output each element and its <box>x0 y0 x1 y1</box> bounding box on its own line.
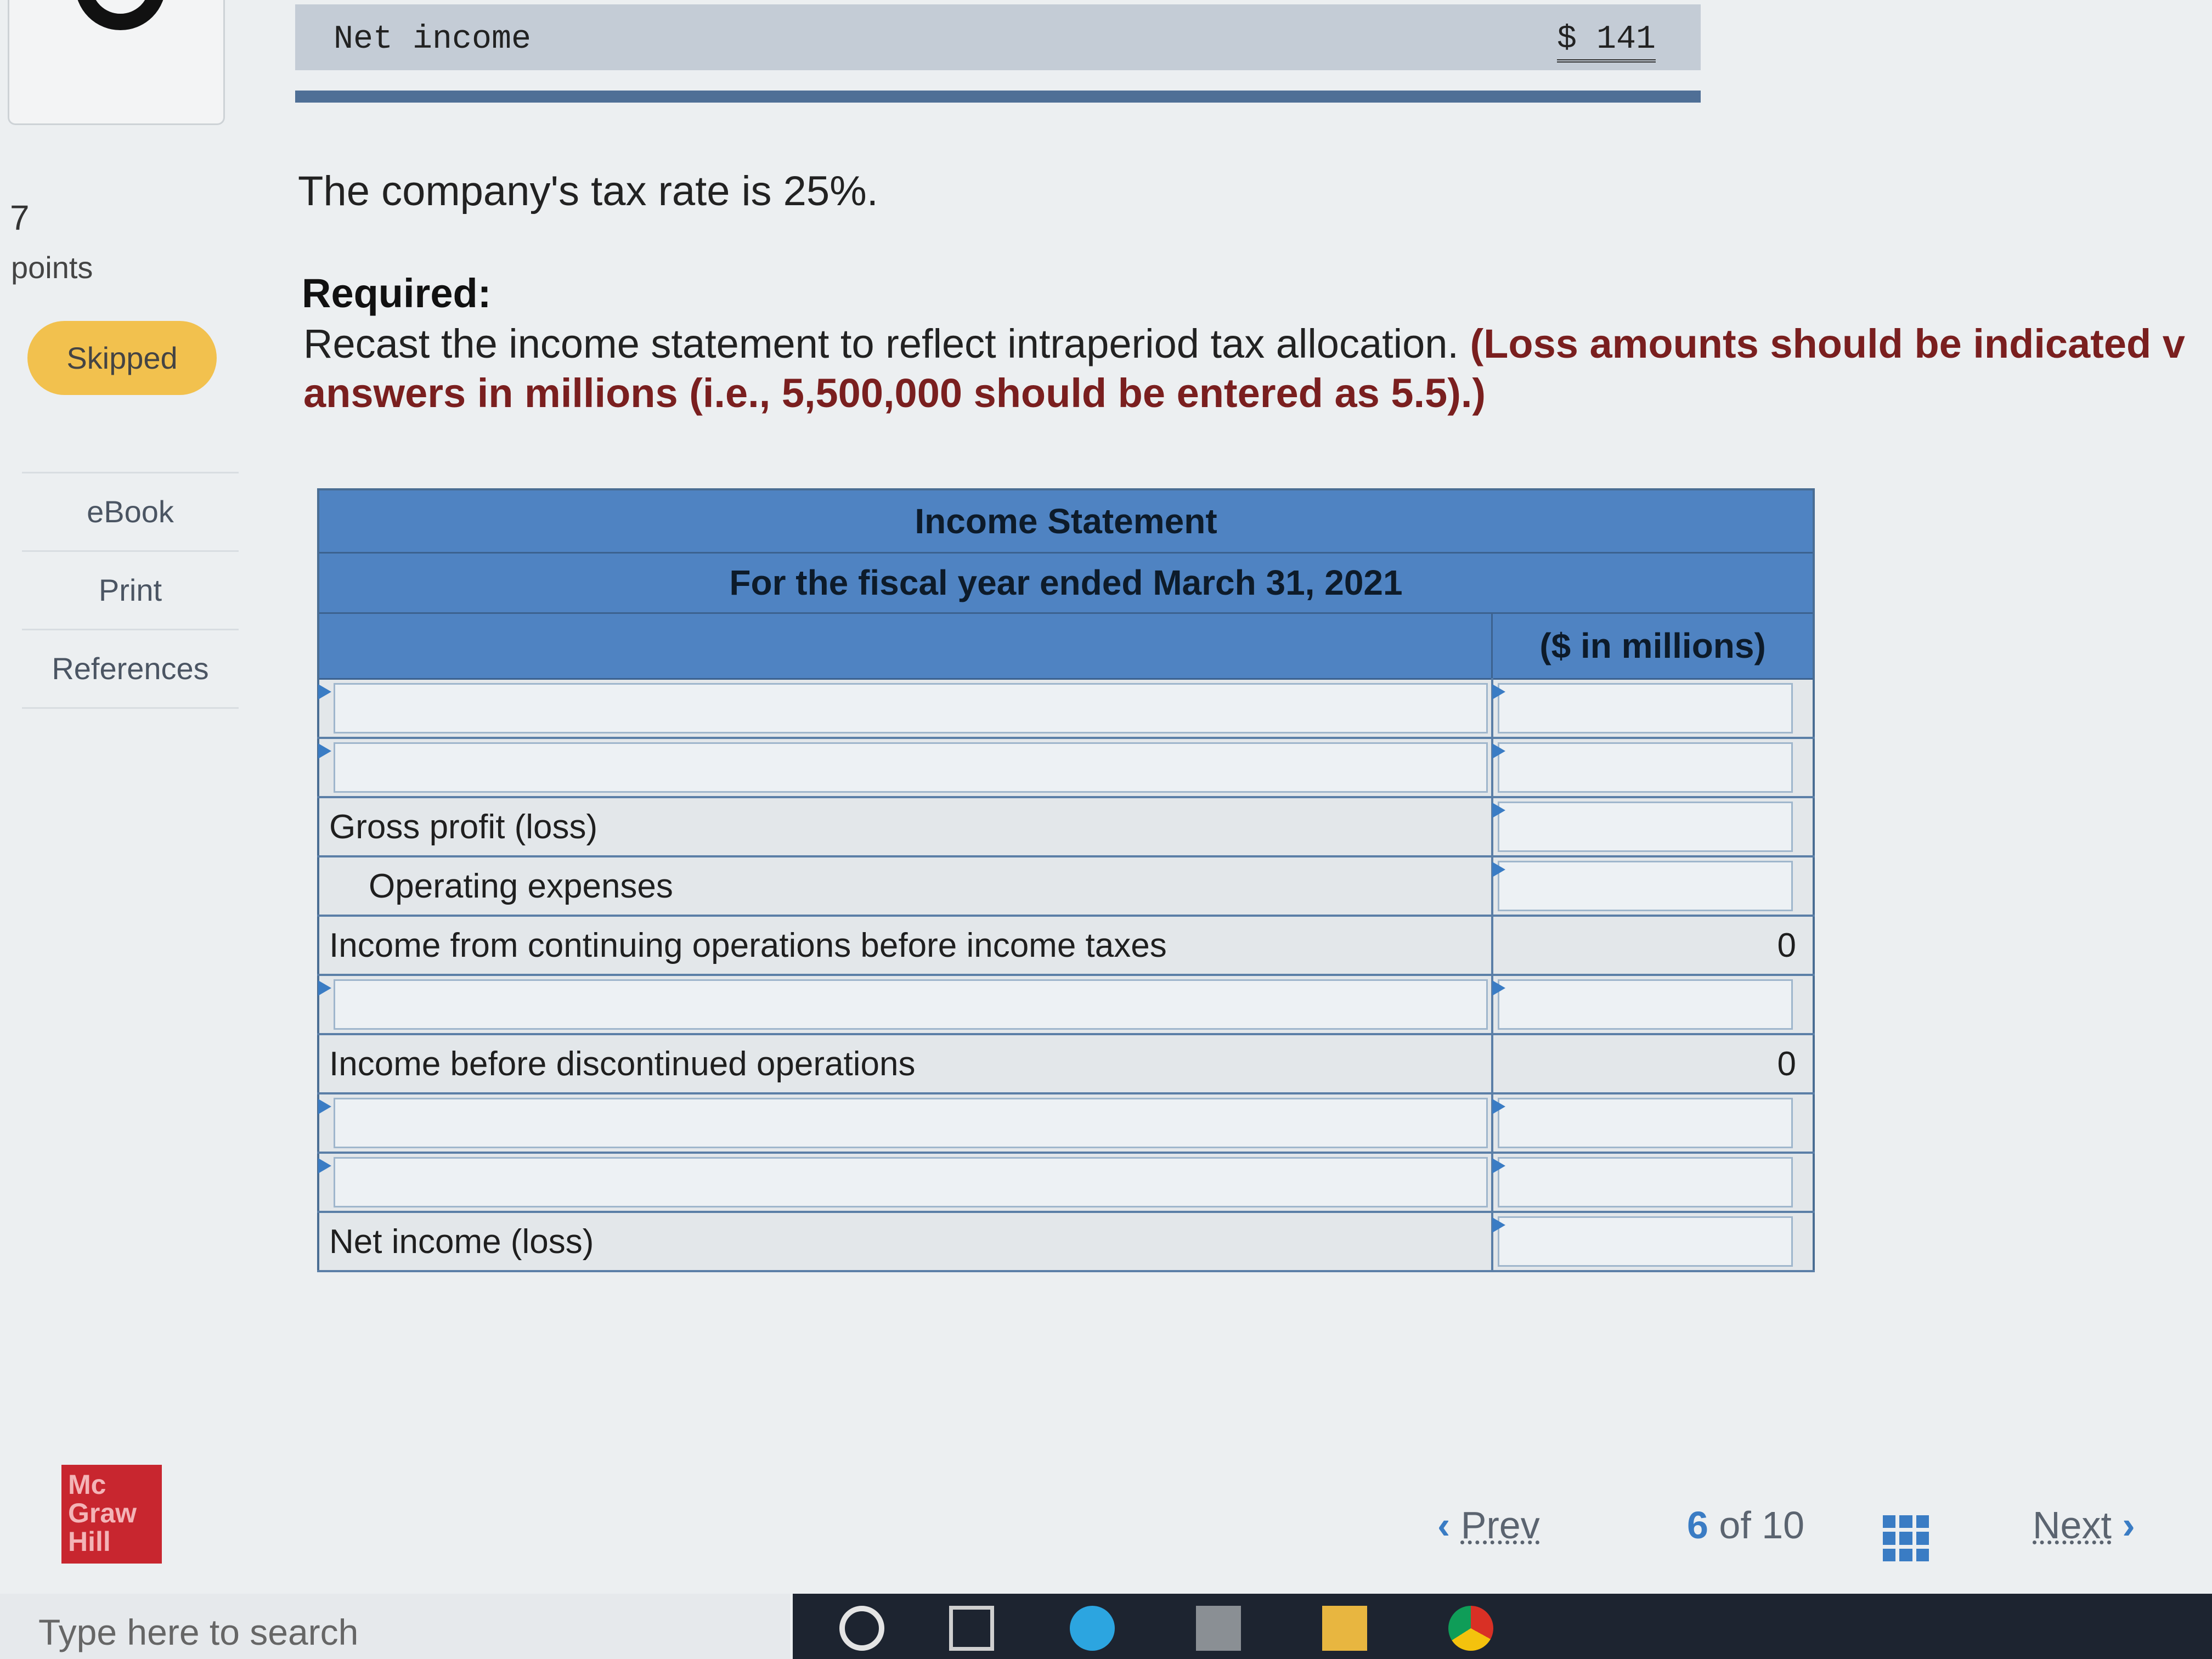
income-statement-table: Income Statement For the fiscal year end… <box>317 488 1815 1272</box>
row-amount-input[interactable] <box>1497 682 1793 733</box>
page-indicator: 6 of 10 <box>1687 1503 1804 1547</box>
required-text: Recast the income statement to reflect i… <box>303 321 1459 366</box>
prev-label: Prev <box>1460 1504 1540 1547</box>
input-flag-icon <box>318 1158 331 1173</box>
income-before-taxes-value: 0 <box>1492 916 1814 976</box>
required-emphasis-2: answers in millions (i.e., 5,500,000 sho… <box>303 370 1486 416</box>
store-icon[interactable] <box>1196 1606 1241 1651</box>
row-amount-input[interactable] <box>1497 742 1793 793</box>
input-flag-icon <box>1492 980 1505 996</box>
required-title: Required: <box>302 270 492 316</box>
table-row: Income before discontinued operations 0 <box>318 1034 1814 1094</box>
table-row <box>318 679 1814 739</box>
table-row <box>318 738 1814 798</box>
table-row <box>318 975 1814 1035</box>
table-row <box>318 1153 1814 1213</box>
row-amount-input[interactable] <box>1497 1157 1793 1207</box>
input-flag-icon <box>1492 862 1505 877</box>
question-card <box>8 0 225 125</box>
table-row: Gross profit (loss) <box>318 797 1814 857</box>
row-label-dropdown[interactable] <box>334 979 1488 1030</box>
input-flag-icon <box>1492 743 1505 759</box>
chrome-browser-icon[interactable] <box>1448 1606 1493 1651</box>
input-flag-icon <box>318 980 331 996</box>
previous-net-income-row: Net income $ 141 <box>295 4 1701 70</box>
row-amount-input[interactable] <box>1497 1098 1793 1148</box>
label-column-header <box>318 613 1492 680</box>
gross-profit-label: Gross profit (loss) <box>318 797 1493 857</box>
net-income-loss-input[interactable] <box>1497 1216 1793 1267</box>
input-flag-icon <box>318 743 331 759</box>
points-label: points <box>11 250 93 285</box>
side-links: eBook Print References <box>22 472 239 709</box>
table-row: Operating expenses <box>318 856 1814 917</box>
taskbar-search[interactable]: Type here to search <box>0 1594 790 1659</box>
units-header: ($ in millions) <box>1491 613 1814 680</box>
gross-profit-input[interactable] <box>1497 802 1793 852</box>
statement-title: Income Statement <box>318 489 1814 554</box>
search-placeholder: Type here to search <box>38 1612 359 1652</box>
table-row: Income from continuing operations before… <box>318 916 1814 976</box>
file-explorer-icon[interactable] <box>1322 1606 1367 1651</box>
mcgraw-hill-logo: Mc Graw Hill <box>61 1465 162 1564</box>
net-income-loss-label: Net income (loss) <box>318 1212 1493 1272</box>
operating-expenses-input[interactable] <box>1497 861 1793 911</box>
input-flag-icon <box>1492 1217 1505 1233</box>
chevron-right-icon: › <box>2122 1504 2135 1547</box>
question-progress-ring-icon <box>75 0 166 30</box>
print-link[interactable]: Print <box>22 552 239 630</box>
income-before-discontinued-value: 0 <box>1492 1034 1814 1094</box>
input-flag-icon <box>1492 1158 1505 1173</box>
chevron-left-icon: ‹ <box>1437 1504 1451 1547</box>
net-income-value: $ 141 <box>1557 21 1656 63</box>
divider <box>295 91 1701 103</box>
net-income-label: Net income <box>334 21 532 58</box>
question-grid-icon[interactable] <box>1883 1515 1929 1561</box>
statement-period: For the fiscal year ended March 31, 2021 <box>318 552 1814 614</box>
table-row <box>318 1093 1814 1154</box>
row-amount-input[interactable] <box>1497 979 1793 1030</box>
income-before-discontinued-label: Income before discontinued operations <box>318 1034 1493 1094</box>
row-label-dropdown[interactable] <box>334 742 1488 793</box>
input-flag-icon <box>1492 684 1505 699</box>
row-label-dropdown[interactable] <box>334 1157 1488 1207</box>
task-view-icon[interactable] <box>949 1606 994 1651</box>
next-button[interactable]: Next › <box>2033 1503 2135 1547</box>
required-emphasis-1: (Loss amounts should be indicated v <box>1470 321 2185 366</box>
row-label-dropdown[interactable] <box>334 682 1488 733</box>
current-page: 6 <box>1687 1504 1708 1547</box>
ebook-link[interactable]: eBook <box>22 472 239 552</box>
income-before-taxes-label: Income from continuing operations before… <box>318 916 1493 976</box>
skipped-status-badge[interactable]: Skipped <box>27 321 217 395</box>
required-instructions: Recast the income statement to reflect i… <box>303 319 2202 418</box>
input-flag-icon <box>1492 803 1505 818</box>
row-label-dropdown[interactable] <box>334 1098 1488 1148</box>
input-flag-icon <box>318 1099 331 1114</box>
edge-browser-icon[interactable] <box>1070 1606 1115 1651</box>
input-flag-icon <box>1492 1099 1505 1114</box>
question-number: 7 <box>10 198 30 238</box>
next-label: Next <box>2033 1504 2112 1547</box>
input-flag-icon <box>318 684 331 699</box>
prev-button[interactable]: ‹ Prev <box>1437 1503 1540 1547</box>
page-total: of 10 <box>1719 1504 1805 1547</box>
operating-expenses-label: Operating expenses <box>318 856 1493 917</box>
cortana-icon[interactable] <box>839 1606 884 1651</box>
references-link[interactable]: References <box>22 630 239 709</box>
taskbar <box>793 1594 2212 1659</box>
tax-rate-text: The company's tax rate is 25%. <box>298 168 878 215</box>
table-row: Net income (loss) <box>318 1212 1814 1272</box>
